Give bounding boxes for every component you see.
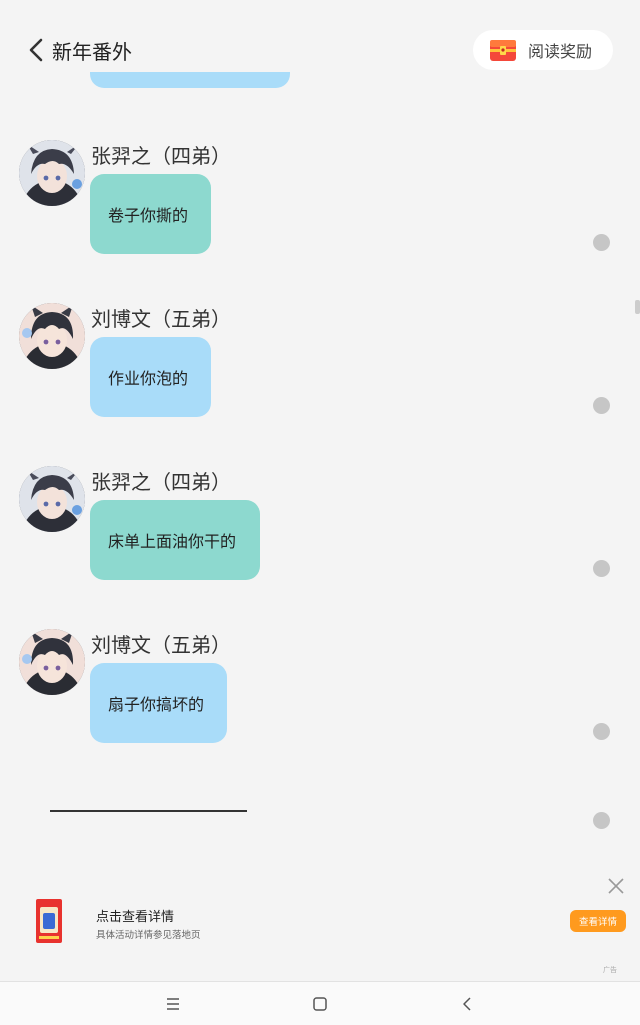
status-dot[interactable] [593, 397, 610, 414]
sender-name: 刘博文（五弟） [91, 307, 231, 331]
ad-banner[interactable]: 点击查看详情 具体活动详情参见落地页 查看详情 广告 [0, 870, 640, 980]
avatar[interactable] [19, 466, 85, 532]
back-button[interactable]: 新年番外 [28, 32, 132, 68]
sender-name: 张羿之（四弟） [91, 144, 231, 168]
back-icon[interactable] [455, 992, 479, 1016]
system-nav-bar [0, 981, 640, 1025]
message-bubble[interactable]: 床单上面油你干的 [90, 500, 260, 580]
treasure-chest-icon [490, 40, 516, 61]
avatar[interactable] [19, 629, 85, 695]
ad-tag: 广告 [603, 966, 617, 974]
sender-name: 刘博文（五弟） [91, 633, 231, 657]
divider [50, 810, 247, 812]
ad-title[interactable]: 点击查看详情 [96, 906, 174, 925]
home-icon[interactable] [308, 992, 332, 1016]
status-dot[interactable] [593, 812, 610, 829]
sender-name: 张羿之（四弟） [91, 470, 231, 494]
status-dot[interactable] [593, 560, 610, 577]
message-bubble[interactable]: 卷子你撕的 [90, 174, 211, 254]
status-dot[interactable] [593, 234, 610, 251]
ad-subtitle: 具体活动详情参见落地页 [96, 930, 201, 941]
message-bubble[interactable]: 作业你泡的 [90, 337, 211, 417]
ad-image [36, 899, 62, 943]
close-icon[interactable] [606, 876, 626, 896]
ad-view-details-button[interactable]: 查看详情 [570, 910, 626, 932]
reading-reward-button[interactable]: 阅读奖励 [473, 30, 613, 70]
menu-icon[interactable] [161, 992, 185, 1016]
status-dot[interactable] [593, 723, 610, 740]
chevron-left-icon [29, 38, 43, 62]
reading-reward-label: 阅读奖励 [528, 42, 593, 61]
message-bubble[interactable]: 扇子你搞坏的 [90, 663, 227, 743]
avatar[interactable] [19, 140, 85, 206]
scrollbar-handle[interactable] [635, 300, 640, 314]
previous-message-bubble [90, 72, 290, 88]
avatar[interactable] [19, 303, 85, 369]
page-title: 新年番外 [52, 39, 132, 64]
